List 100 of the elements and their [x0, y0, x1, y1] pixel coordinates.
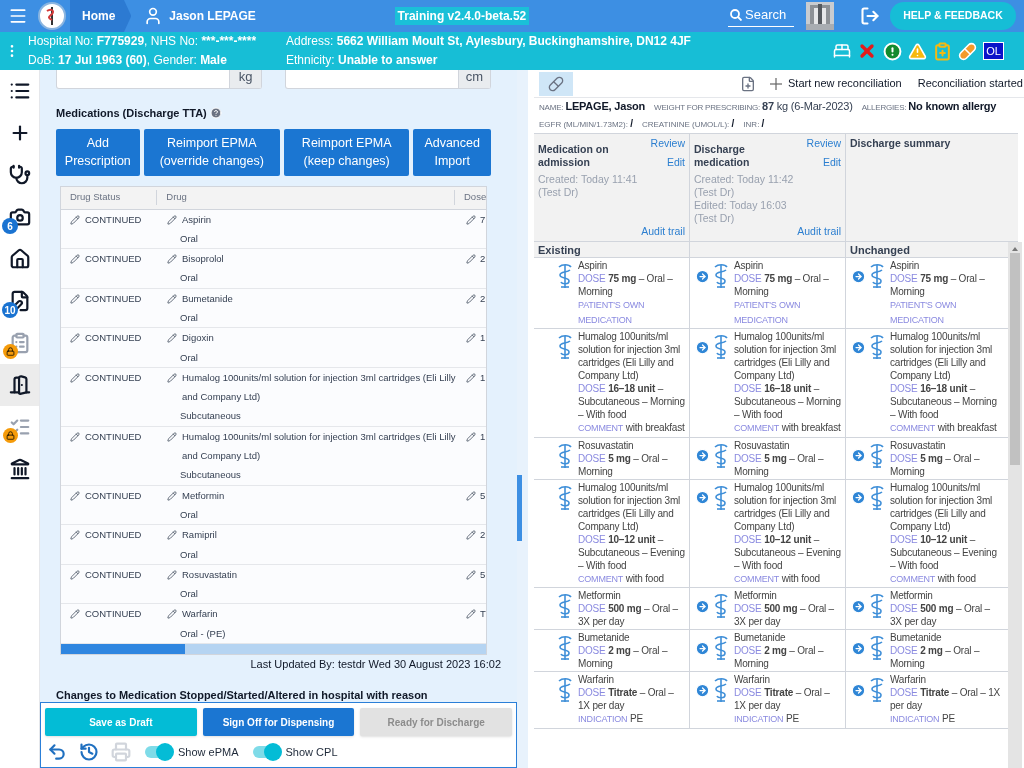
- medication-cell[interactable]: Warfarin DOSE Titrate – Oral – 1X per day INDICATION PE: [690, 672, 846, 728]
- house-icon: [8, 248, 31, 270]
- edit-icon[interactable]: [167, 333, 177, 344]
- medication-cell[interactable]: Metformin DOSE 500 mg – Oral – 3X per day: [534, 588, 690, 629]
- edit-icon[interactable]: [466, 293, 476, 304]
- splitter[interactable]: [517, 70, 528, 768]
- action-button[interactable]: Add Prescription: [56, 128, 140, 176]
- edit-icon[interactable]: [167, 609, 177, 620]
- column-link[interactable]: Review: [650, 137, 685, 150]
- medication-cell[interactable]: Bumetanide DOSE 2 mg – Oral – Morning: [690, 630, 846, 671]
- edit-icon[interactable]: [466, 431, 476, 442]
- lock-badge: [3, 428, 18, 443]
- toggle-switch[interactable]: [145, 746, 172, 758]
- medication-cell[interactable]: Humalog 100units/ml solution for injection 3ml cartridges (Eli Lilly and Company Ltd) DOSE 16–18 unit – Subcutaneous – Morning – With food COMMENT with breakfast: [690, 329, 846, 437]
- toggle-switch[interactable]: [252, 746, 280, 758]
- drug-name: Ramipril: [181, 528, 217, 543]
- prescription-add-icon[interactable]: [740, 75, 756, 92]
- edit-icon[interactable]: [70, 569, 80, 580]
- ol-badge: OL: [983, 42, 1004, 60]
- history-icon[interactable]: [79, 742, 99, 762]
- edit-icon[interactable]: [466, 254, 476, 265]
- column-header[interactable]: Dose: [455, 190, 486, 205]
- audit-trail-link[interactable]: Audit trail: [641, 225, 685, 238]
- medication-cell[interactable]: Warfarin DOSE Titrate – Oral – 1X per day INDICATION PE: [534, 672, 690, 728]
- start-reconciliation-button[interactable]: Start new reconciliation: [770, 75, 902, 92]
- note-text: COMMENT with breakfast: [890, 421, 998, 435]
- medication-cell[interactable]: Rosuvastatin DOSE 5 mg – Oral – Morning: [534, 437, 690, 479]
- edit-icon[interactable]: [167, 569, 177, 580]
- edit-icon[interactable]: [70, 490, 80, 501]
- sidebar-item[interactable]: [0, 364, 39, 406]
- medication-cell[interactable]: Aspirin DOSE 75 mg – Oral – Morning PATIENT'S OWN MEDICATION: [534, 258, 690, 328]
- edit-icon[interactable]: [466, 530, 476, 541]
- medication-cell[interactable]: Aspirin DOSE 75 mg – Oral – Morning PATIENT'S OWN MEDICATION: [846, 258, 1002, 328]
- menu-icon[interactable]: [8, 6, 28, 26]
- column-header[interactable]: Drug: [157, 190, 455, 205]
- drug-name: Humalog 100units/ml solution for injection 3ml cartridges (Eli Lilly and Company Ltd): [734, 330, 838, 382]
- logout-icon[interactable]: [860, 6, 880, 26]
- edit-icon[interactable]: [70, 333, 80, 344]
- patient-detail: EGFR (ML/MIN/1.73M2): /: [539, 117, 633, 131]
- edit-icon[interactable]: [466, 609, 476, 620]
- edit-icon[interactable]: [167, 214, 177, 225]
- action-button[interactable]: Advanced Import: [413, 128, 491, 176]
- edit-icon[interactable]: [167, 293, 177, 304]
- medication-cell[interactable]: Bumetanide DOSE 2 mg – Oral – Morning: [534, 630, 690, 671]
- edit-icon[interactable]: [466, 333, 476, 344]
- action-button[interactable]: Reimport EPMA (override changes): [143, 128, 280, 176]
- drug-route: Oral: [180, 231, 199, 246]
- medication-view-button[interactable]: [539, 71, 573, 96]
- edit-icon[interactable]: [167, 530, 177, 541]
- medication-cell[interactable]: Warfarin DOSE Titrate – Oral – 1X per day INDICATION PE: [846, 672, 1002, 728]
- medication-cell[interactable]: Aspirin DOSE 75 mg – Oral – Morning PATIENT'S OWN MEDICATION: [690, 258, 846, 328]
- edit-icon[interactable]: [167, 254, 177, 265]
- footer-button[interactable]: Sign Off for Dispensing: [202, 708, 355, 736]
- lock-badge: [3, 344, 18, 359]
- drug-route: Subcutaneous: [180, 468, 242, 483]
- column-link[interactable]: Edit: [666, 156, 685, 169]
- horizontal-scrollbar[interactable]: [61, 644, 486, 655]
- medication-cell[interactable]: Metformin DOSE 500 mg – Oral – 3X per day: [690, 588, 846, 629]
- edit-icon[interactable]: [70, 372, 80, 383]
- column-header[interactable]: Drug Status: [61, 190, 158, 205]
- unit-label: cm: [458, 70, 490, 88]
- edit-icon[interactable]: [70, 609, 80, 620]
- scroll-up-icon[interactable]: [1012, 247, 1018, 251]
- undo-icon[interactable]: [47, 742, 67, 762]
- column-link[interactable]: Review: [806, 137, 841, 150]
- drug-status: CONTINUED: [85, 252, 142, 267]
- medication-cell[interactable]: Rosuvastatin DOSE 5 mg – Oral – Morning: [846, 437, 1002, 479]
- vertical-scrollbar[interactable]: [1008, 242, 1022, 768]
- edit-icon[interactable]: [70, 293, 80, 304]
- edit-icon[interactable]: [167, 490, 177, 501]
- drug-name: Rosuvastatin: [578, 438, 635, 452]
- medication-cell[interactable]: Humalog 100units/ml solution for injection 3ml cartridges (Eli Lilly and Company Ltd) DOSE 10–12 unit – Subcutaneous – Evening – With food COMMENT with food: [690, 479, 846, 587]
- medication-cell[interactable]: Metformin DOSE 500 mg – Oral – 3X per day: [846, 588, 1002, 629]
- drug-name: Warfarin: [890, 673, 927, 686]
- edit-icon[interactable]: [466, 490, 476, 501]
- drug-route: Oral: [180, 311, 199, 325]
- medication-cell[interactable]: Humalog 100units/ml solution for injection 3ml cartridges (Eli Lilly and Company Ltd) DOSE 10–12 unit – Subcutaneous – Evening – With food COMMENT with food: [846, 479, 1002, 587]
- edit-icon[interactable]: [70, 431, 80, 442]
- column-link[interactable]: Edit: [822, 156, 841, 169]
- action-button[interactable]: Reimport EPMA (keep changes): [283, 128, 410, 176]
- medication-cell[interactable]: Bumetanide DOSE 2 mg – Oral – Morning: [846, 630, 1002, 671]
- edit-icon[interactable]: [70, 254, 80, 265]
- medication-cell[interactable]: Humalog 100units/ml solution for injection 3ml cartridges (Eli Lilly and Company Ltd) DOSE 16–18 unit – Subcutaneous – Morning – With food COMMENT with breakfast: [534, 329, 690, 437]
- audit-trail-link[interactable]: Audit trail: [797, 225, 841, 238]
- edit-icon[interactable]: [167, 431, 177, 442]
- medication-cell[interactable]: Humalog 100units/ml solution for injection 3ml cartridges (Eli Lilly and Company Ltd) DOSE 10–12 unit – Subcutaneous – Evening – With food COMMENT with food: [534, 479, 690, 587]
- help-icon[interactable]: [209, 107, 222, 120]
- edit-icon[interactable]: [167, 372, 177, 383]
- drug-route: Subcutaneous: [180, 409, 242, 424]
- measurement-field[interactable]: cm: [285, 70, 491, 89]
- medication-cell[interactable]: Rosuvastatin DOSE 5 mg – Oral – Morning: [690, 437, 846, 479]
- edit-icon[interactable]: [466, 569, 476, 580]
- edit-icon[interactable]: [466, 214, 476, 225]
- edit-icon[interactable]: [466, 372, 476, 383]
- edit-icon[interactable]: [70, 530, 80, 541]
- measurement-field[interactable]: kg: [56, 70, 262, 89]
- home-breadcrumb[interactable]: Home: [70, 0, 132, 32]
- edit-icon[interactable]: [70, 214, 80, 225]
- medication-cell[interactable]: Humalog 100units/ml solution for injection 3ml cartridges (Eli Lilly and Company Ltd) DOSE 16–18 unit – Subcutaneous – Morning – With food COMMENT with breakfast: [846, 329, 1002, 437]
- drug-name: Rosuvastatin: [734, 438, 791, 452]
